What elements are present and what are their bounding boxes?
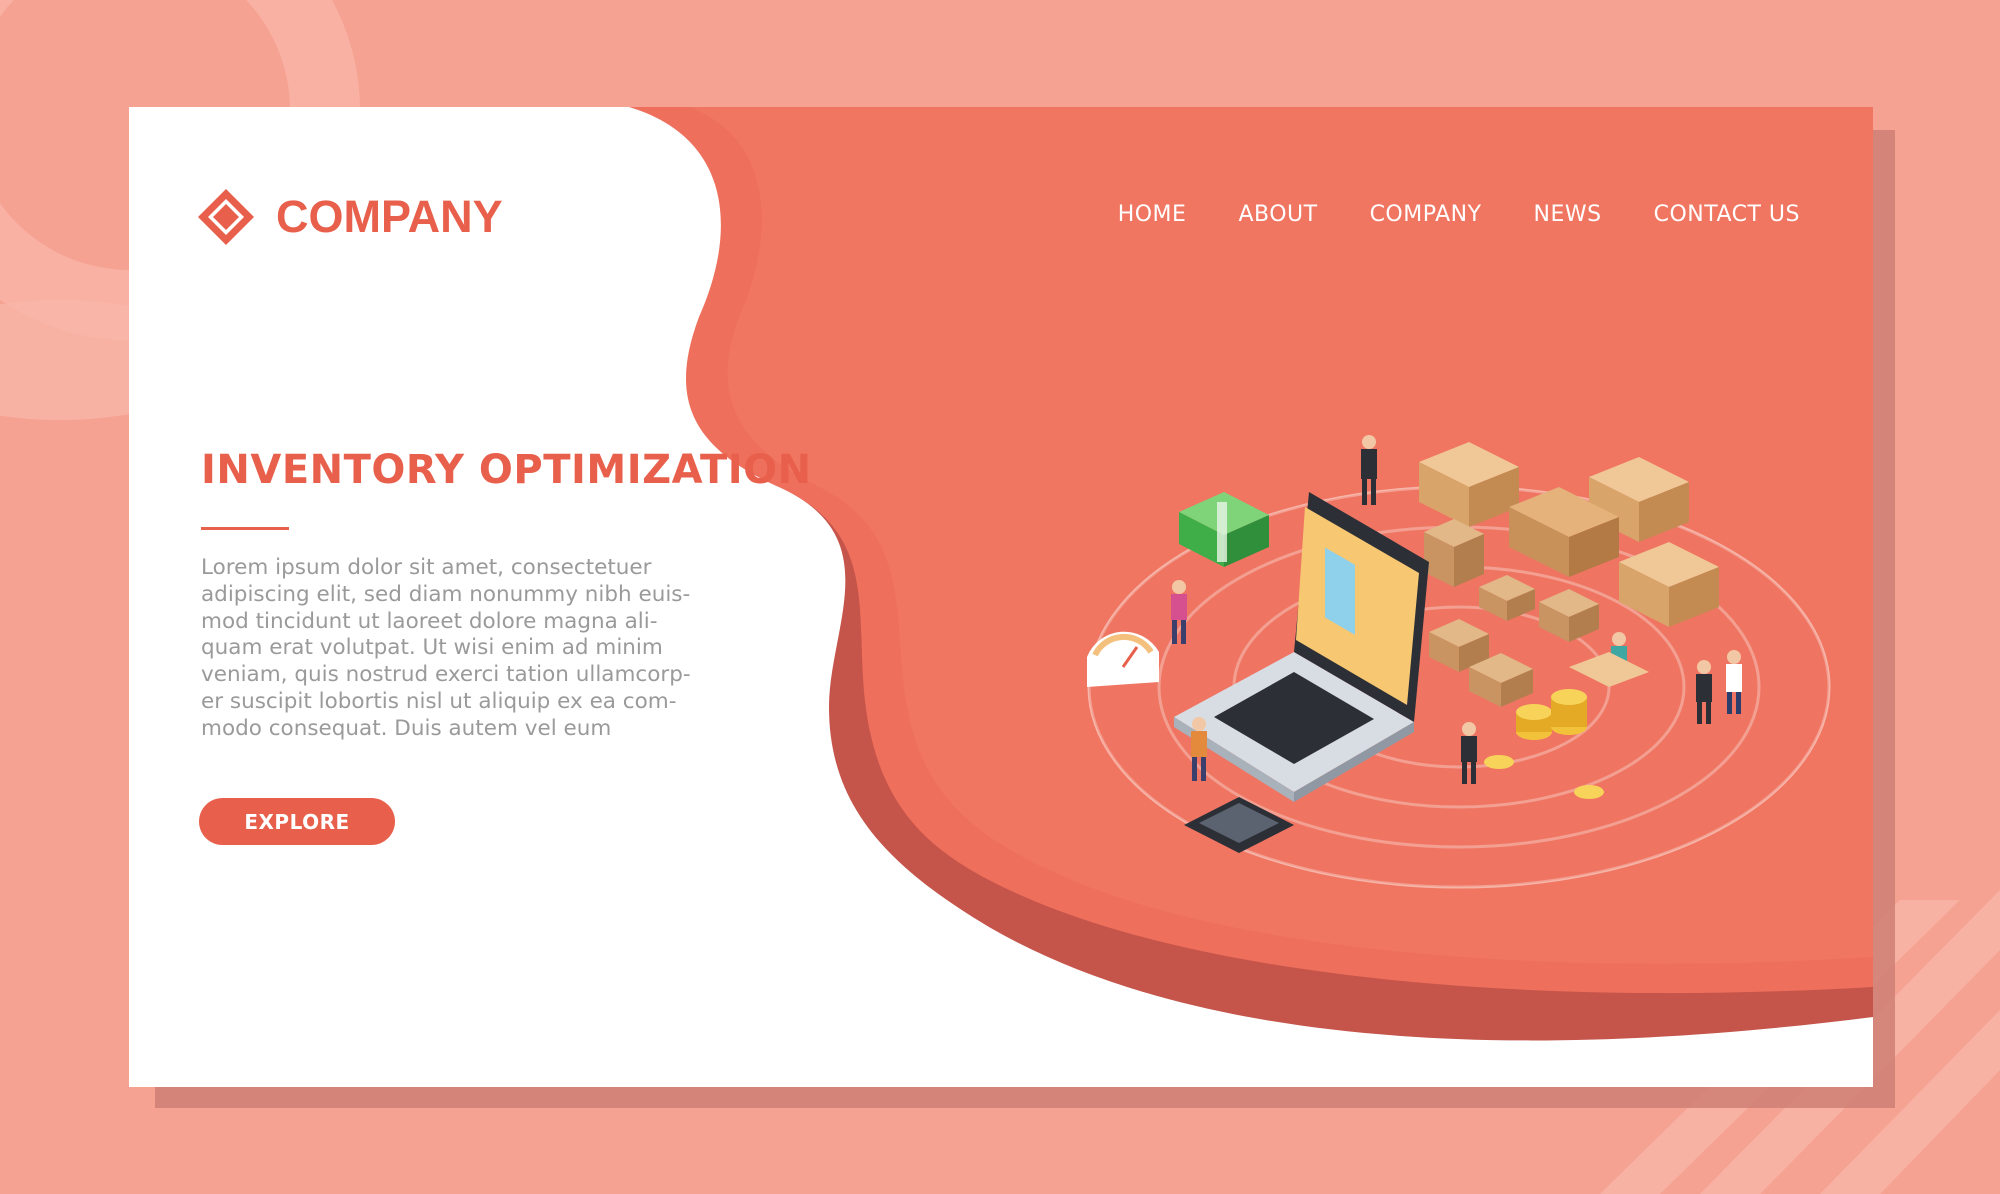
landing-page-card: COMPANY HOME ABOUT COMPANY NEWS CONTACT …: [129, 107, 1873, 1087]
inventory-illustration: [1087, 435, 1831, 889]
